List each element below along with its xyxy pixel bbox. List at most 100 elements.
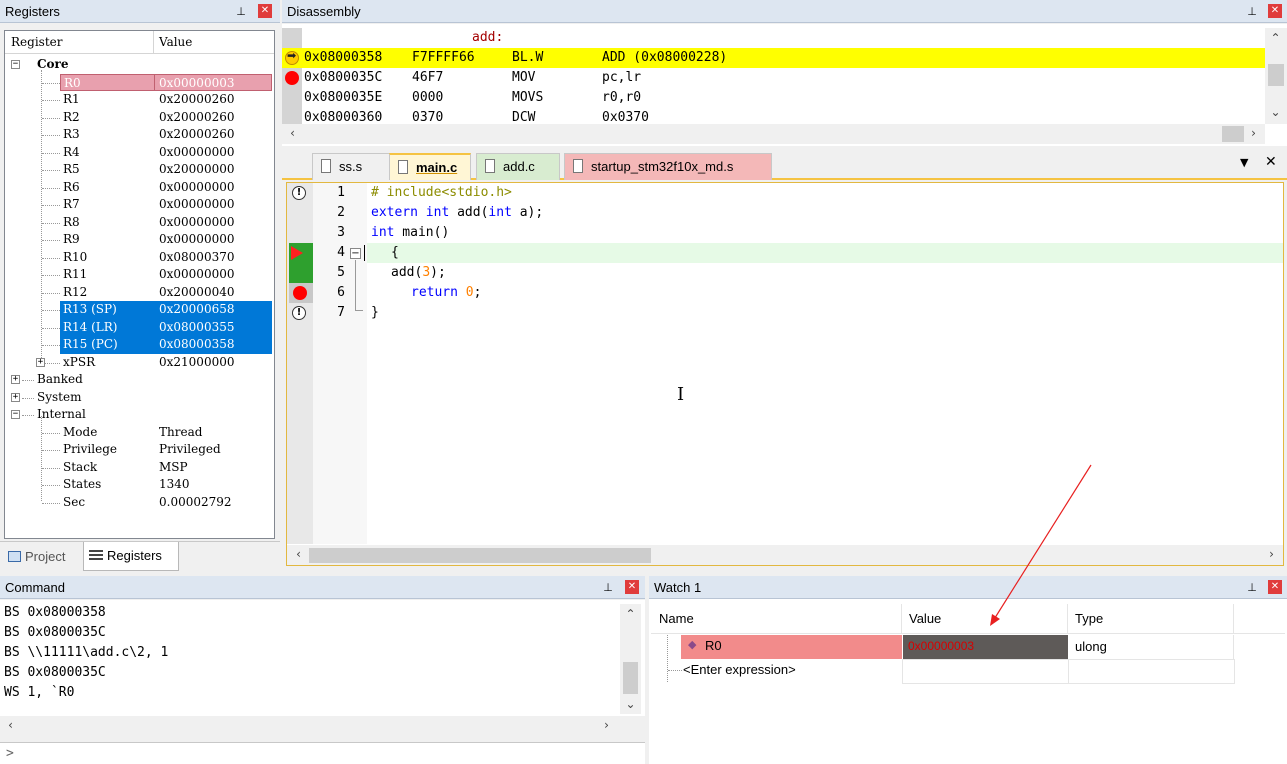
register-row[interactable]: R11 0x00000000	[5, 266, 274, 284]
column-header-value[interactable]: Value	[154, 31, 274, 53]
code-text: # include<stdio.h>	[371, 185, 512, 200]
close-icon[interactable]: ✕	[1268, 4, 1282, 18]
scroll-down-icon[interactable]: ⌄	[1267, 104, 1284, 121]
scroll-thumb[interactable]	[309, 548, 651, 563]
scroll-right-icon[interactable]: ›	[1263, 546, 1280, 563]
pin-icon[interactable]: ⊥	[601, 576, 615, 599]
code-line[interactable]: {	[391, 243, 399, 263]
register-row[interactable]: R4 0x00000000	[5, 144, 274, 162]
register-row[interactable]: R7 0x00000000	[5, 196, 274, 214]
watch-value-cell[interactable]: 0x00000003	[903, 635, 1068, 659]
expand-icon[interactable]: +	[36, 357, 45, 367]
collapse-icon[interactable]: −	[11, 410, 20, 419]
column-header-name[interactable]: Name	[651, 604, 902, 634]
close-icon[interactable]: ✕	[1268, 580, 1282, 594]
register-row[interactable]: R0 0x00000003	[5, 73, 274, 91]
command-input-row[interactable]: >	[0, 742, 645, 764]
register-row[interactable]: R8 0x00000000	[5, 214, 274, 232]
register-row[interactable]: R2 0x20000260	[5, 109, 274, 127]
pin-icon[interactable]: ⊥	[234, 0, 248, 23]
register-row[interactable]: Sec 0.00002792	[5, 494, 274, 512]
scroll-up-icon[interactable]: ⌃	[1267, 30, 1284, 47]
close-icon[interactable]: ✕	[625, 580, 639, 594]
command-hscroll[interactable]: ‹ ›	[0, 716, 620, 736]
disassembly-hscroll[interactable]: ‹ ›	[282, 124, 1265, 144]
column-header-value[interactable]: Value	[902, 604, 1068, 634]
watch-name-cell[interactable]: ◆ R0	[681, 635, 902, 659]
register-row[interactable]: R9 0x00000000	[5, 231, 274, 249]
tab-registers[interactable]: Registers	[83, 542, 179, 571]
collapse-icon[interactable]: −	[11, 60, 20, 69]
register-row[interactable]: R14 (LR) 0x08000355	[5, 318, 274, 336]
code-line[interactable]: extern int add(int a);	[371, 203, 543, 223]
register-row[interactable]: Mode Thread	[5, 424, 274, 442]
close-icon[interactable]: ✕	[258, 4, 272, 18]
register-row[interactable]: R3 0x20000260	[5, 126, 274, 144]
tab-ss-s[interactable]: ss.s	[312, 153, 399, 180]
column-header-register[interactable]: Register	[5, 31, 154, 53]
disassembly-line[interactable]: 0x0800035C 46F7 MOV pc,lr	[282, 68, 1265, 88]
scroll-thumb[interactable]	[623, 662, 638, 694]
code-line[interactable]: add(3);	[391, 263, 446, 283]
fold-collapse-icon[interactable]: −	[350, 248, 361, 259]
register-row[interactable]: + xPSR 0x21000000	[5, 354, 274, 372]
tab-startup-stm32f10x-md-s[interactable]: startup_stm32f10x_md.s	[564, 153, 772, 180]
scroll-up-icon[interactable]: ⌃	[622, 606, 639, 623]
register-row[interactable]: States 1340	[5, 476, 274, 494]
scroll-right-icon[interactable]: ›	[598, 717, 615, 734]
disassembly-line[interactable]: 0x08000360 0370 DCW 0x0370	[282, 108, 1265, 124]
register-row[interactable]: R15 (PC) 0x08000358	[5, 336, 274, 354]
expand-icon[interactable]: +	[11, 375, 20, 384]
editor-hscroll[interactable]: ‹ ›	[287, 545, 1283, 565]
tabs-dropdown-icon[interactable]: ▼	[1240, 156, 1248, 169]
code-line[interactable]: return 0;	[411, 283, 481, 303]
column-header-type[interactable]: Type	[1068, 604, 1234, 634]
code-line[interactable]: }	[371, 303, 379, 323]
scroll-right-icon[interactable]: ›	[1245, 125, 1262, 142]
command-vscroll[interactable]: ⌃ ⌄	[620, 604, 641, 714]
tab-add-c[interactable]: add.c	[476, 153, 560, 180]
disassembly-line[interactable]: ➡ 0x08000358 F7FFFF66 BL.W ADD (0x08000228)	[282, 48, 1265, 68]
disassembly-vscroll[interactable]: ⌃ ⌄	[1265, 28, 1287, 124]
register-row[interactable]: R5 0x20000000	[5, 161, 274, 179]
register-name: R14 (LR)	[60, 318, 155, 336]
pin-icon[interactable]: ⊥	[1245, 0, 1259, 23]
tree-node-internal[interactable]: Internal	[37, 406, 86, 423]
tab-label: ss.s	[339, 159, 363, 174]
command-prompt: >	[6, 746, 14, 761]
register-row[interactable]: R10 0x08000370	[5, 249, 274, 267]
scroll-left-icon[interactable]: ‹	[284, 125, 301, 142]
code-line[interactable]: # include<stdio.h>	[371, 183, 512, 203]
warning-icon: !	[292, 186, 306, 200]
register-row[interactable]: Privilege Privileged	[5, 441, 274, 459]
register-row[interactable]: R6 0x00000000	[5, 179, 274, 197]
code-text: extern int add(int a);	[371, 205, 544, 220]
tree-node-banked[interactable]: Banked	[37, 371, 83, 388]
tree-node-system[interactable]: System	[37, 389, 81, 406]
tree-line	[42, 117, 60, 119]
scroll-left-icon[interactable]: ‹	[2, 717, 19, 734]
tab-project[interactable]: Project	[4, 544, 80, 570]
breakpoint-icon[interactable]	[285, 71, 299, 85]
file-icon	[321, 159, 331, 173]
register-row[interactable]: R13 (SP) 0x20000658	[5, 301, 274, 319]
scroll-thumb[interactable]	[1222, 126, 1244, 142]
tab-main-c[interactable]: main.c	[389, 153, 471, 180]
register-row[interactable]: Stack MSP	[5, 459, 274, 477]
watch-empty-value[interactable]	[902, 659, 1069, 684]
enter-expression-field[interactable]: <Enter expression>	[683, 662, 796, 677]
scroll-thumb[interactable]	[1268, 64, 1284, 86]
disassembly-line[interactable]: 0x0800035E 0000 MOVS r0,r0	[282, 88, 1265, 108]
register-row[interactable]: R12 0x20000040	[5, 284, 274, 302]
scroll-left-icon[interactable]: ‹	[290, 546, 307, 563]
code-line[interactable]: int main()	[371, 223, 449, 243]
expand-icon[interactable]: +	[11, 392, 20, 402]
close-icon[interactable]: ✕	[1265, 154, 1277, 170]
scroll-down-icon[interactable]: ⌄	[622, 696, 639, 713]
disassembly-lines: ➡ 0x08000358 F7FFFF66 BL.W ADD (0x08000228) 0…	[282, 48, 1265, 124]
watch-row[interactable]: ◆ R0 0x00000003 ulong	[651, 635, 1285, 682]
register-row[interactable]: R1 0x20000260	[5, 91, 274, 109]
pin-icon[interactable]: ⊥	[1245, 576, 1259, 599]
watch-enter-row[interactable]: <Enter expression>	[651, 659, 1285, 684]
breakpoint-icon[interactable]	[293, 286, 307, 300]
